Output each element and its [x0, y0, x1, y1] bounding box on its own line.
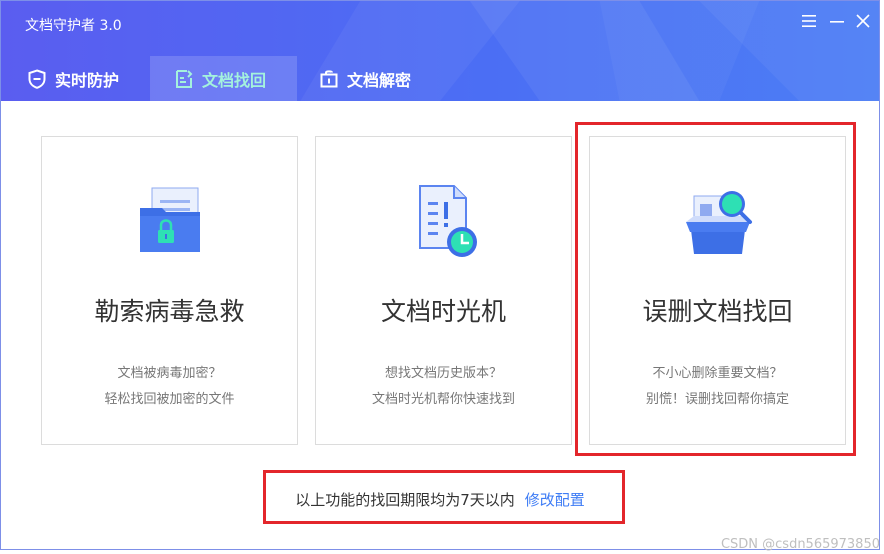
- card-description-line2: 轻松找回被加密的文件: [104, 392, 235, 407]
- tab-label: 文档找回: [202, 70, 267, 90]
- card-description-line2: 文档时光机帮你快速找到: [371, 392, 515, 407]
- tab-document-recovery[interactable]: 文档找回: [150, 56, 297, 101]
- tab-document-decrypt[interactable]: 文档解密: [311, 56, 431, 101]
- locked-folder-icon: [139, 187, 200, 252]
- close-icon: [856, 14, 870, 28]
- card-ransomware-rescue[interactable]: 勒索病毒急救 文档被病毒加密？ 轻松找回被加密的文件: [41, 136, 298, 445]
- document-recovery-icon: [174, 69, 194, 89]
- card-deleted-document-recovery[interactable]: 误删文档找回 不小心删除重要文档？ 别慌！误删找回帮你搞定: [589, 136, 846, 445]
- window-title: 文档守护者 3.0: [25, 18, 122, 34]
- app-window: 文档守护者 3.0 实时防护 文档找回 文档解密 勒索病毒急救 文档被病毒加密？…: [0, 0, 880, 550]
- card-description-line1: 想找文档历史版本？: [384, 366, 502, 381]
- watermark: CSDN @csdn565973850: [720, 537, 880, 552]
- minimize-button[interactable]: [827, 11, 847, 31]
- tab-bar: 实时防护 文档找回 文档解密: [1, 56, 879, 101]
- document-clock-icon: [418, 185, 477, 257]
- shield-icon: [27, 68, 47, 89]
- minimize-icon: [830, 21, 844, 23]
- box-search-icon: [685, 191, 752, 254]
- card-title: 勒索病毒急救: [94, 297, 245, 326]
- card-title: 误删文档找回: [642, 297, 793, 326]
- tab-label: 实时防护: [55, 70, 120, 90]
- modify-config-link[interactable]: 修改配置: [525, 491, 585, 509]
- retention-notice: 以上功能的找回期限均为7天以内 修改配置: [1, 489, 879, 509]
- card-description-line1: 不小心删除重要文档？: [652, 366, 783, 381]
- tab-realtime-protection[interactable]: 实时防护: [17, 56, 137, 101]
- card-title: 文档时光机: [380, 297, 506, 326]
- unlock-icon: [319, 69, 339, 89]
- notice-text: 以上功能的找回期限均为7天以内: [295, 491, 515, 509]
- title-bar: 文档守护者 3.0 实时防护 文档找回 文档解密: [1, 1, 879, 101]
- card-description-line2: 别慌！误删找回帮你搞定: [645, 392, 789, 407]
- close-button[interactable]: [853, 11, 873, 31]
- card-description-line1: 文档被病毒加密？: [117, 366, 222, 381]
- card-document-time-machine[interactable]: 文档时光机 想找文档历史版本？ 文档时光机帮你快速找到: [315, 136, 572, 445]
- menu-button[interactable]: [799, 11, 819, 31]
- hamburger-menu-icon: [802, 15, 816, 27]
- tab-label: 文档解密: [347, 70, 412, 90]
